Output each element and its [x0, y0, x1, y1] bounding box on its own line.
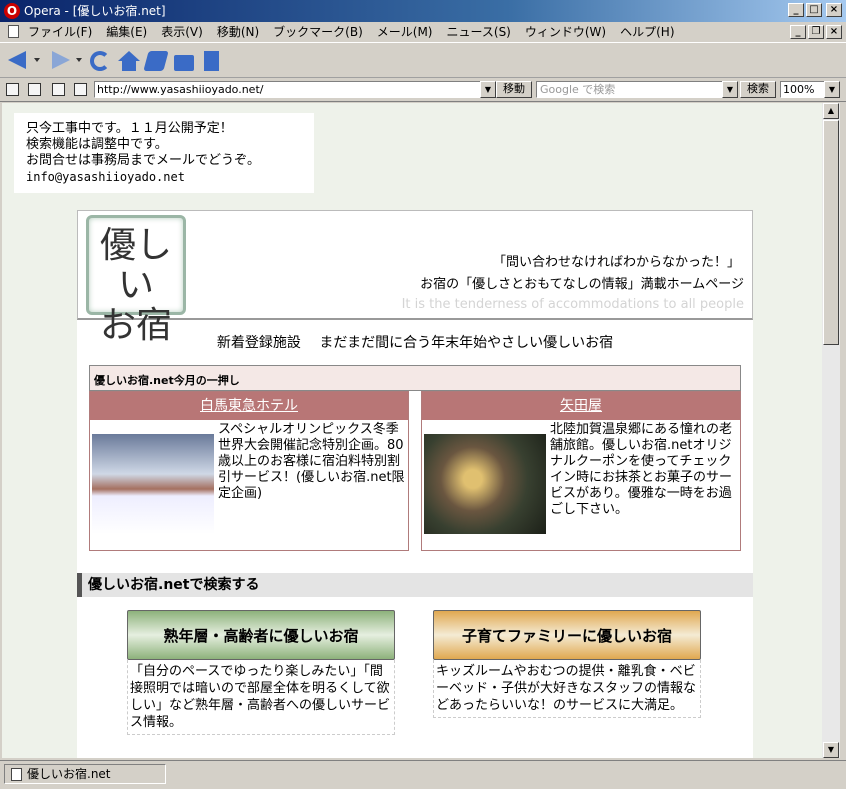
family-category-caption: キッズルームやおむつの提供・離乳食・ベビーベッド・子供が大好きなスタッフの情報な…: [433, 660, 701, 718]
search-category-seniors: 熟年層・高齢者に優しいお宿 「自分のペースでゆったり楽しみたい」「間接照明では暗…: [127, 610, 395, 735]
window-controls: _ □ ×: [788, 3, 842, 17]
tagline-1: 「問い合わせなければわからなかった！」: [492, 255, 740, 270]
minimize-button[interactable]: _: [788, 3, 804, 17]
menu-file[interactable]: ファイル(F): [28, 24, 92, 40]
scroll-up-icon[interactable]: ▲: [823, 103, 839, 119]
forward-history-chevron-icon[interactable]: [76, 58, 82, 62]
notice-line-3: お問合せは事務局までメールでどうぞ。: [26, 153, 261, 168]
window-title: Opera - [優しいお宿.net]: [24, 4, 166, 18]
card-1-description: スペシャルオリンピックス冬季世界大会開催記念特別企画。80歳以上のお客様に宿泊料…: [218, 422, 405, 501]
search-input[interactable]: Google で検索: [536, 81, 724, 98]
tagline-2: お宿の「優しさとおもてなしの情報」満載ホームページ: [420, 277, 744, 292]
menu-view[interactable]: 表示(V): [161, 24, 203, 40]
reload-icon[interactable]: [90, 51, 110, 71]
card-2-title-link[interactable]: 矢田屋: [422, 392, 740, 420]
camera-icon[interactable]: [28, 83, 41, 96]
menu-bar: ファイル(F) 編集(E) 表示(V) 移動(N) ブックマーク(B) メール(…: [0, 22, 846, 42]
hotlist-icon[interactable]: [143, 51, 169, 71]
forward-arrow-icon[interactable]: [52, 51, 70, 69]
url-input[interactable]: http://www.yasashiioyado.net/: [94, 81, 496, 98]
featured-card-2: 矢田屋 北陸加賀温泉郷にある憧れの老舗旅館。優しいお宿.netオリジナルクーポン…: [421, 391, 741, 551]
document-icon[interactable]: [8, 25, 19, 38]
menu-window[interactable]: ウィンドウ(W): [525, 24, 606, 40]
menu-items: ファイル(F) 編集(E) 表示(V) 移動(N) ブックマーク(B) メール(…: [28, 24, 675, 40]
maximize-button[interactable]: □: [806, 3, 822, 17]
opera-logo-icon[interactable]: O: [4, 3, 20, 19]
go-button[interactable]: 移動: [496, 81, 532, 98]
new-page-icon[interactable]: [204, 51, 219, 71]
doc-restore-button[interactable]: ❐: [808, 25, 824, 39]
menu-navigate[interactable]: 移動(N): [217, 24, 259, 40]
menu-edit[interactable]: 編集(E): [106, 24, 147, 40]
featured-card-1: 白馬東急ホテル スペシャルオリンピックス冬季世界大会開催記念特別企画。80歳以上…: [89, 391, 409, 551]
doc-close-button[interactable]: ×: [826, 25, 842, 39]
seniors-category-button[interactable]: 熟年層・高齢者に優しいお宿: [127, 610, 395, 660]
page-info-icon[interactable]: [52, 83, 65, 96]
zoom-dropdown-icon[interactable]: ▼: [824, 81, 840, 98]
page-tab[interactable]: 優しいお宿.net: [4, 764, 166, 784]
search-section-heading: 優しいお宿.netで検索する: [77, 573, 753, 597]
printer-icon[interactable]: [74, 83, 87, 96]
zoom-select[interactable]: 100%: [780, 81, 826, 98]
contact-email[interactable]: info@yasashiioyado.net: [26, 169, 302, 185]
document-window-controls: _ ❐ ×: [790, 25, 842, 39]
card-2-description: 北陸加賀温泉郷にある憧れの老舗旅館。優しいお宿.netオリジナルクーポンを使って…: [550, 422, 733, 517]
news-heading: 新着登録施設 まだまだ間に合う年末年始やさしい優しいお宿: [216, 335, 614, 351]
scroll-thumb[interactable]: [823, 120, 839, 345]
notice-line-2: 検索機能は調整中です。: [26, 137, 168, 152]
home-icon[interactable]: [118, 51, 140, 71]
logo-line-1: 優しい: [99, 225, 172, 306]
back-arrow-icon[interactable]: [8, 51, 26, 69]
menu-bookmarks[interactable]: ブックマーク(B): [273, 24, 363, 40]
construction-notice: 只今工事中です。１１月公開予定！ 検索機能は調整中です。 お問合せは事務局までメ…: [14, 113, 314, 193]
tagline-english: It is the tenderness of accommodations t…: [401, 297, 744, 312]
ryokan-photo[interactable]: [424, 434, 546, 534]
family-category-button[interactable]: 子育てファミリーに優しいお宿: [433, 610, 701, 660]
scroll-down-icon[interactable]: ▼: [823, 742, 839, 758]
search-engine-dropdown-icon[interactable]: ▼: [722, 81, 738, 98]
pickup-label: 優しいお宿.net今月の一押し: [89, 365, 741, 391]
print-icon[interactable]: [174, 55, 194, 71]
notice-line-1: 只今工事中です。１１月公開予定！: [26, 121, 233, 136]
close-button[interactable]: ×: [826, 3, 842, 17]
page-tab-title: 優しいお宿.net: [27, 767, 111, 781]
url-dropdown-icon[interactable]: ▼: [480, 81, 496, 98]
site-header: 優しい お宿 「問い合わせなければわからなかった！」 お宿の「優しさとおもてなし…: [77, 210, 753, 346]
hotel-photo[interactable]: [92, 434, 214, 534]
menu-news[interactable]: ニュース(S): [446, 24, 510, 40]
title-bar: O Opera - [優しいお宿.net] _ □ ×: [0, 0, 846, 22]
seniors-category-caption: 「自分のペースでゆったり楽しみたい」「間接照明では暗いので部屋全体を明るくして欲…: [127, 660, 395, 735]
navigation-toolbar: [0, 42, 846, 78]
menu-help[interactable]: ヘルプ(H): [620, 24, 674, 40]
site-container: 優しい お宿 「問い合わせなければわからなかった！」 お宿の「優しさとおもてなし…: [77, 210, 753, 758]
page-viewport: 只今工事中です。１１月公開予定！ 検索機能は調整中です。 お問合せは事務局までメ…: [2, 103, 832, 758]
search-button[interactable]: 検索: [740, 81, 776, 98]
security-icon[interactable]: [6, 83, 19, 96]
status-bar: 優しいお宿.net: [0, 760, 846, 789]
site-logo[interactable]: 優しい お宿: [86, 215, 186, 346]
vertical-scrollbar[interactable]: ▲ ▼: [822, 103, 840, 758]
search-category-family: 子育てファミリーに優しいお宿 キッズルームやおむつの提供・離乳食・ベビーベッド・…: [433, 610, 701, 718]
doc-minimize-button[interactable]: _: [790, 25, 806, 39]
page-tab-icon: [11, 768, 22, 781]
card-1-title-link[interactable]: 白馬東急ホテル: [90, 392, 408, 420]
address-bar: http://www.yasashiioyado.net/ ▼ 移動 Googl…: [0, 78, 846, 102]
menu-mail[interactable]: メール(M): [377, 24, 433, 40]
back-history-chevron-icon[interactable]: [34, 58, 40, 62]
